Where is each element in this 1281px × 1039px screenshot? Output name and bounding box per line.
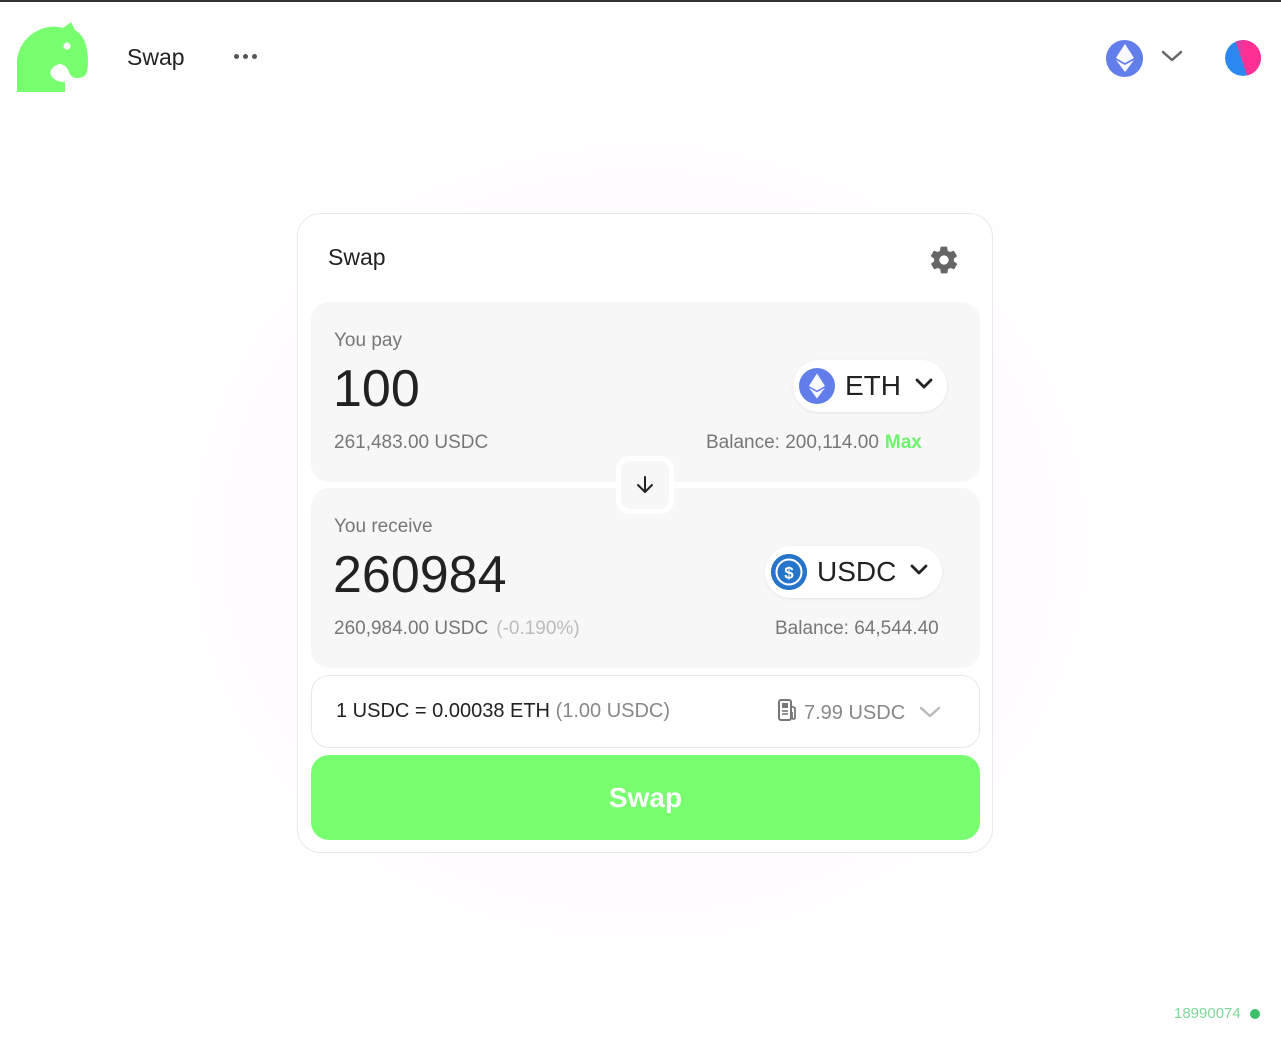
receive-label: You receive (334, 516, 433, 537)
pay-balance-text: Balance: 200,114.00 (706, 432, 879, 453)
receive-fiat-text: 260,984.00 USDC (334, 618, 489, 639)
nav-swap-link[interactable]: Swap (127, 44, 185, 71)
max-button[interactable]: Max (885, 432, 922, 453)
pay-amount-input[interactable] (333, 358, 693, 420)
network-selector[interactable] (1106, 39, 1186, 77)
chevron-down-icon (915, 377, 933, 395)
switch-tokens-button[interactable] (616, 456, 674, 514)
ethereum-icon (799, 368, 835, 404)
pay-token-selector[interactable]: ETH (793, 360, 947, 412)
chevron-down-icon (919, 702, 941, 725)
chevron-down-icon (910, 563, 928, 581)
gas-pump-icon (778, 698, 798, 728)
rate-details-toggle[interactable]: 1 USDC = 0.00038 ETH (1.00 USDC) 7.99 US… (311, 675, 980, 748)
usdc-icon: $ (771, 554, 807, 590)
receive-token-symbol: USDC (817, 556, 897, 587)
dot (233, 53, 239, 59)
exchange-rate: 1 USDC = 0.00038 ETH (1.00 USDC) (336, 700, 670, 723)
gas-value: 7.99 USDC (804, 701, 906, 724)
block-number: 18990074 (1174, 1005, 1241, 1022)
status-dot (1249, 1008, 1260, 1019)
pay-balance: Balance: 200,114.00 Max (706, 432, 922, 454)
receive-balance: Balance: 64,544.40 (775, 618, 939, 639)
price-impact: (-0.190%) (496, 618, 580, 639)
receive-fiat-value: 260,984.00 USDC (-0.190%) (334, 618, 580, 640)
dot (242, 53, 248, 59)
swap-card: Swap You pay 261,483.00 USDC ETH Balance… (297, 213, 993, 853)
pay-panel: You pay 261,483.00 USDC ETH Balance: 200… (311, 302, 980, 482)
wallet-avatar[interactable] (1225, 40, 1261, 76)
svg-text:$: $ (784, 564, 794, 583)
block-number-indicator[interactable]: 18990074 (1174, 1005, 1260, 1022)
ethereum-icon (1106, 39, 1143, 77)
gear-icon[interactable] (928, 244, 960, 276)
horse-logo-icon[interactable] (15, 20, 91, 94)
card-title: Swap (328, 244, 386, 270)
rate-main: 1 USDC = 0.00038 ETH (336, 700, 550, 722)
pay-fiat-value: 261,483.00 USDC (334, 432, 489, 453)
pay-label: You pay (334, 330, 402, 351)
receive-panel: You receive 260,984.00 USDC (-0.190%) $ U… (311, 488, 980, 668)
rate-fiat: (1.00 USDC) (555, 700, 671, 722)
arrow-down-icon (637, 476, 653, 493)
swap-button[interactable]: Swap (311, 755, 980, 840)
gas-estimate: 7.99 USDC (778, 698, 941, 728)
pay-token-symbol: ETH (845, 370, 901, 401)
top-nav: Swap (0, 2, 1281, 112)
receive-amount-input[interactable] (333, 544, 693, 606)
dot (251, 53, 257, 59)
more-menu-button[interactable] (229, 44, 261, 68)
chevron-down-icon (1161, 49, 1183, 68)
receive-token-selector[interactable]: $ USDC (765, 546, 943, 598)
